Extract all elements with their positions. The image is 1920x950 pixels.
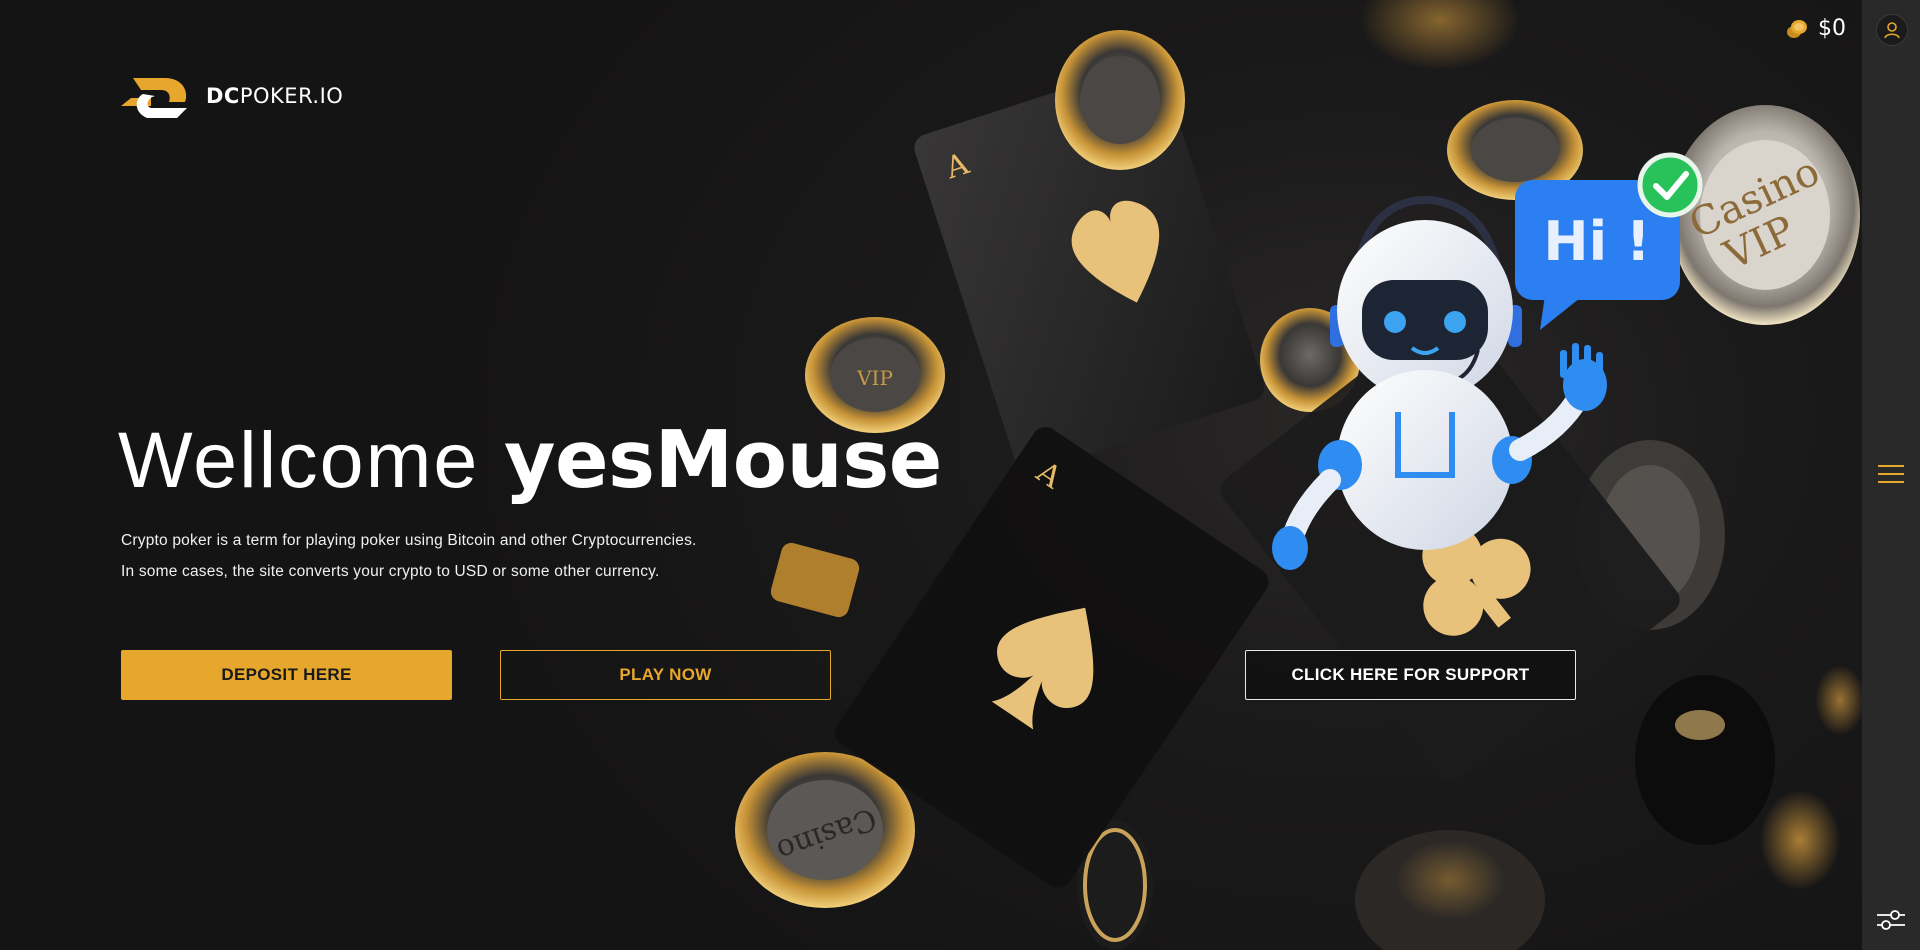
logo-text-bold: DC (206, 84, 240, 108)
bubble-text: Hi ! (1543, 210, 1650, 273)
settings-sliders-icon[interactable] (1877, 907, 1905, 933)
user-avatar-button[interactable] (1876, 14, 1908, 46)
description-line-1: Crypto poker is a term for playing poker… (121, 532, 697, 549)
username: yesMouse (503, 414, 942, 506)
welcome-prefix: Wellcome (118, 415, 480, 504)
user-icon (1884, 22, 1900, 39)
svg-text:VIP: VIP (856, 366, 893, 390)
hi-speech-bubble: Hi ! (1515, 152, 1703, 330)
logo-text: DCPOKER.IO (206, 84, 343, 108)
play-now-button[interactable]: PLAY NOW (500, 650, 831, 700)
hamburger-menu-icon[interactable] (1878, 463, 1904, 485)
support-button[interactable]: CLICK HERE FOR SUPPORT (1245, 650, 1576, 700)
logo[interactable]: DCPOKER.IO (121, 68, 343, 124)
balance-amount: $0 (1818, 16, 1846, 41)
description-line-2: In some cases, the site converts your cr… (121, 563, 660, 580)
dcpoker-logo-icon (121, 78, 187, 118)
logo-text-regular: POKER.IO (239, 84, 344, 108)
welcome-headline: Wellcome yesMouse (118, 410, 942, 510)
balance-display[interactable]: $0 (1786, 16, 1846, 41)
hero-description: Crypto poker is a term for playing poker… (121, 525, 697, 587)
coins-icon (1787, 19, 1807, 38)
deposit-button[interactable]: DEPOSIT HERE (121, 650, 452, 700)
